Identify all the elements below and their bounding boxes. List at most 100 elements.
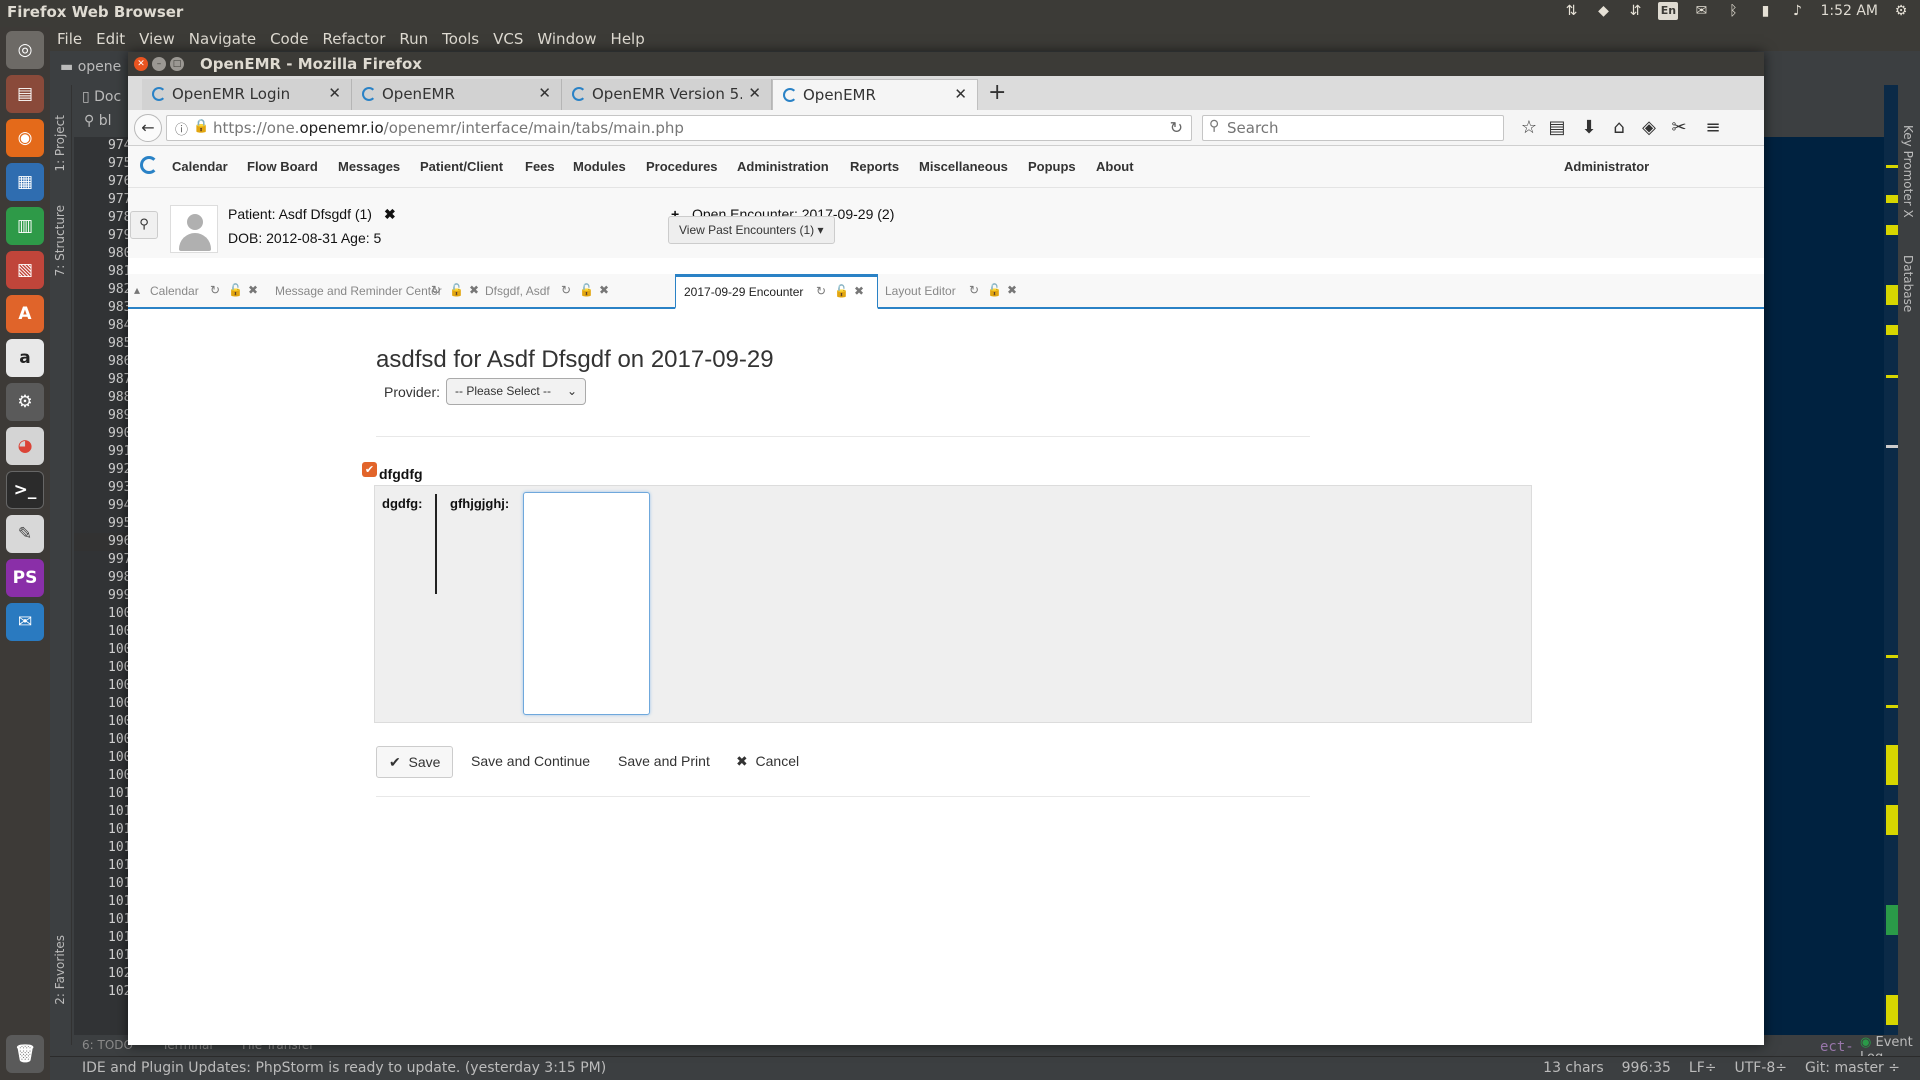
ide-menu-vcs[interactable]: VCS	[486, 27, 530, 51]
ide-todo-tool[interactable]: 6: TODO	[82, 1038, 133, 1052]
stripe-mark[interactable]	[1886, 805, 1898, 835]
menu-about[interactable]: About	[1096, 159, 1134, 174]
stripe-mark[interactable]	[1886, 225, 1898, 235]
calc-icon[interactable]: ▥	[6, 207, 44, 245]
bluetooth-icon[interactable]: ᛒ	[1724, 2, 1742, 20]
stripe-mark[interactable]	[1886, 655, 1898, 658]
stripe-mark[interactable]	[1886, 195, 1898, 203]
settings-gear-icon[interactable]: ⚙	[1892, 2, 1910, 20]
terminal-icon[interactable]: >_	[6, 471, 44, 509]
stripe-mark[interactable]	[1886, 995, 1898, 1025]
menu-flow-board[interactable]: Flow Board	[247, 159, 318, 174]
hamburger-menu-icon[interactable]: ≡	[1702, 117, 1724, 138]
search-box[interactable]: ⚲	[1202, 115, 1504, 141]
app-tab-message-center[interactable]: Message and Reminder Center ↻ 🔓 ✖	[275, 274, 479, 309]
stripe-mark[interactable]	[1886, 705, 1898, 708]
app-tab-layout-editor[interactable]: Layout Editor ↻ 🔓 ✖	[885, 274, 1025, 309]
maximize-window-icon[interactable]: □	[170, 57, 184, 71]
ide-menu-code[interactable]: Code	[263, 27, 315, 51]
ide-status-encoding[interactable]: UTF-8÷	[1735, 1060, 1788, 1076]
app-tab-encounter-active[interactable]: 2017-09-29 Encounter ↻ 🔓 ✖	[675, 274, 878, 309]
ide-key-promoter-tool[interactable]: Key Promoter X	[1901, 125, 1915, 218]
close-tab-icon[interactable]: ✕	[328, 84, 341, 102]
browser-tab-active[interactable]: OpenEMR ✕	[772, 79, 978, 110]
home-icon[interactable]: ⌂	[1608, 117, 1630, 138]
openemr-logo-icon[interactable]	[140, 156, 158, 174]
volume-icon[interactable]: ♪	[1788, 2, 1806, 20]
menu-administration[interactable]: Administration	[737, 159, 829, 174]
close-patient-icon[interactable]: ✖	[384, 206, 396, 223]
download-icon[interactable]: ⬇	[1578, 117, 1600, 138]
cancel-button[interactable]: ✖ Cancel	[736, 746, 799, 778]
close-icon[interactable]: ✖	[599, 283, 609, 297]
menu-reports[interactable]: Reports	[850, 159, 899, 174]
menu-calendar[interactable]: Calendar	[172, 159, 228, 174]
menu-popups[interactable]: Popups	[1028, 159, 1076, 174]
ide-status-message[interactable]: IDE and Plugin Updates: PhpStorm is read…	[82, 1060, 606, 1076]
reading-list-icon[interactable]: ▤	[1546, 117, 1568, 138]
ide-project-label[interactable]: ▬ opene	[60, 59, 121, 75]
close-window-icon[interactable]: ✕	[134, 57, 148, 71]
close-icon[interactable]: ✖	[469, 283, 479, 297]
app-tab-patient[interactable]: Dfsgdf, Asdf ↻ 🔓 ✖	[485, 274, 613, 309]
patient-name[interactable]: Patient: Asdf Dfsgdf (1)	[228, 206, 372, 222]
browser-tab[interactable]: OpenEMR Version 5.0. ✕	[562, 79, 772, 110]
refresh-icon[interactable]: ↻	[816, 284, 826, 298]
mail-icon[interactable]: ✉	[1692, 2, 1710, 20]
close-icon[interactable]: ✖	[854, 284, 864, 298]
battery-icon[interactable]: ▮	[1756, 2, 1774, 20]
back-arrow-icon[interactable]: ←	[134, 114, 162, 142]
dropbox-icon[interactable]: ◆	[1594, 2, 1612, 20]
ide-project-tool[interactable]: 1: Project	[53, 115, 67, 172]
extension-icon[interactable]: ✂	[1668, 117, 1690, 138]
ide-doc-tab[interactable]: ▯ Doc	[82, 89, 121, 105]
pocket-icon[interactable]: ◈	[1638, 117, 1660, 138]
close-tab-icon[interactable]: ✕	[954, 85, 967, 103]
minimize-window-icon[interactable]: –	[152, 57, 166, 71]
impress-icon[interactable]: ▧	[6, 251, 44, 289]
close-icon[interactable]: ✖	[1007, 283, 1017, 297]
stripe-mark[interactable]	[1886, 285, 1898, 305]
close-icon[interactable]: ✖	[248, 283, 258, 297]
thunderbird-icon[interactable]: ✉	[6, 603, 44, 641]
amazon-icon[interactable]: a	[6, 339, 44, 377]
provider-select[interactable]: -- Please Select -- ⌄	[446, 378, 586, 405]
dash-icon[interactable]: ◎	[6, 31, 44, 69]
refresh-icon[interactable]: ↻	[210, 283, 220, 297]
ide-search-field[interactable]: ⚲ bl	[84, 113, 112, 129]
chrome-icon[interactable]: ◕	[6, 427, 44, 465]
collapse-tabs-icon[interactable]: ▴	[134, 274, 144, 309]
ide-menu-file[interactable]: File	[50, 27, 89, 51]
refresh-icon[interactable]: ↻	[431, 283, 441, 297]
field-textarea[interactable]	[523, 492, 650, 715]
menu-patient-client[interactable]: Patient/Client	[420, 159, 503, 174]
browser-tab[interactable]: OpenEMR ✕	[352, 79, 562, 110]
ide-menu-tools[interactable]: Tools	[435, 27, 486, 51]
app-tab-calendar[interactable]: Calendar ↻ 🔓 ✖	[150, 274, 265, 309]
ide-menu-navigate[interactable]: Navigate	[182, 27, 263, 51]
ide-menu-window[interactable]: Window	[530, 27, 603, 51]
stripe-mark[interactable]	[1886, 375, 1898, 378]
ide-structure-tool[interactable]: 7: Structure	[53, 205, 67, 276]
clock[interactable]: 1:52 AM	[1820, 3, 1878, 19]
files-icon[interactable]: ▤	[6, 75, 44, 113]
ide-menu-view[interactable]: View	[132, 27, 182, 51]
system-settings-icon[interactable]: ⚙	[6, 383, 44, 421]
refresh-icon[interactable]: ↻	[561, 283, 571, 297]
stripe-mark[interactable]	[1886, 445, 1898, 448]
ide-status-line-ending[interactable]: LF÷	[1689, 1060, 1717, 1076]
group-checkbox[interactable]: ✔	[362, 462, 377, 477]
ide-menu-refactor[interactable]: Refactor	[315, 27, 392, 51]
menu-modules[interactable]: Modules	[573, 159, 626, 174]
user-menu[interactable]: Administrator	[1564, 159, 1649, 174]
unlock-icon[interactable]: 🔓	[834, 284, 849, 298]
writer-icon[interactable]: ▦	[6, 163, 44, 201]
save-and-print-button[interactable]: Save and Print	[618, 746, 710, 778]
patient-search-icon[interactable]: ⚲	[130, 211, 158, 239]
menu-miscellaneous[interactable]: Miscellaneous	[919, 159, 1008, 174]
lock-icon[interactable]: 🔒	[193, 119, 209, 134]
ide-status-git[interactable]: Git: master ÷	[1805, 1060, 1900, 1076]
ide-status-position[interactable]: 996:35	[1622, 1060, 1671, 1076]
reload-icon[interactable]: ↻	[1170, 118, 1183, 137]
ide-menu-help[interactable]: Help	[604, 27, 652, 51]
